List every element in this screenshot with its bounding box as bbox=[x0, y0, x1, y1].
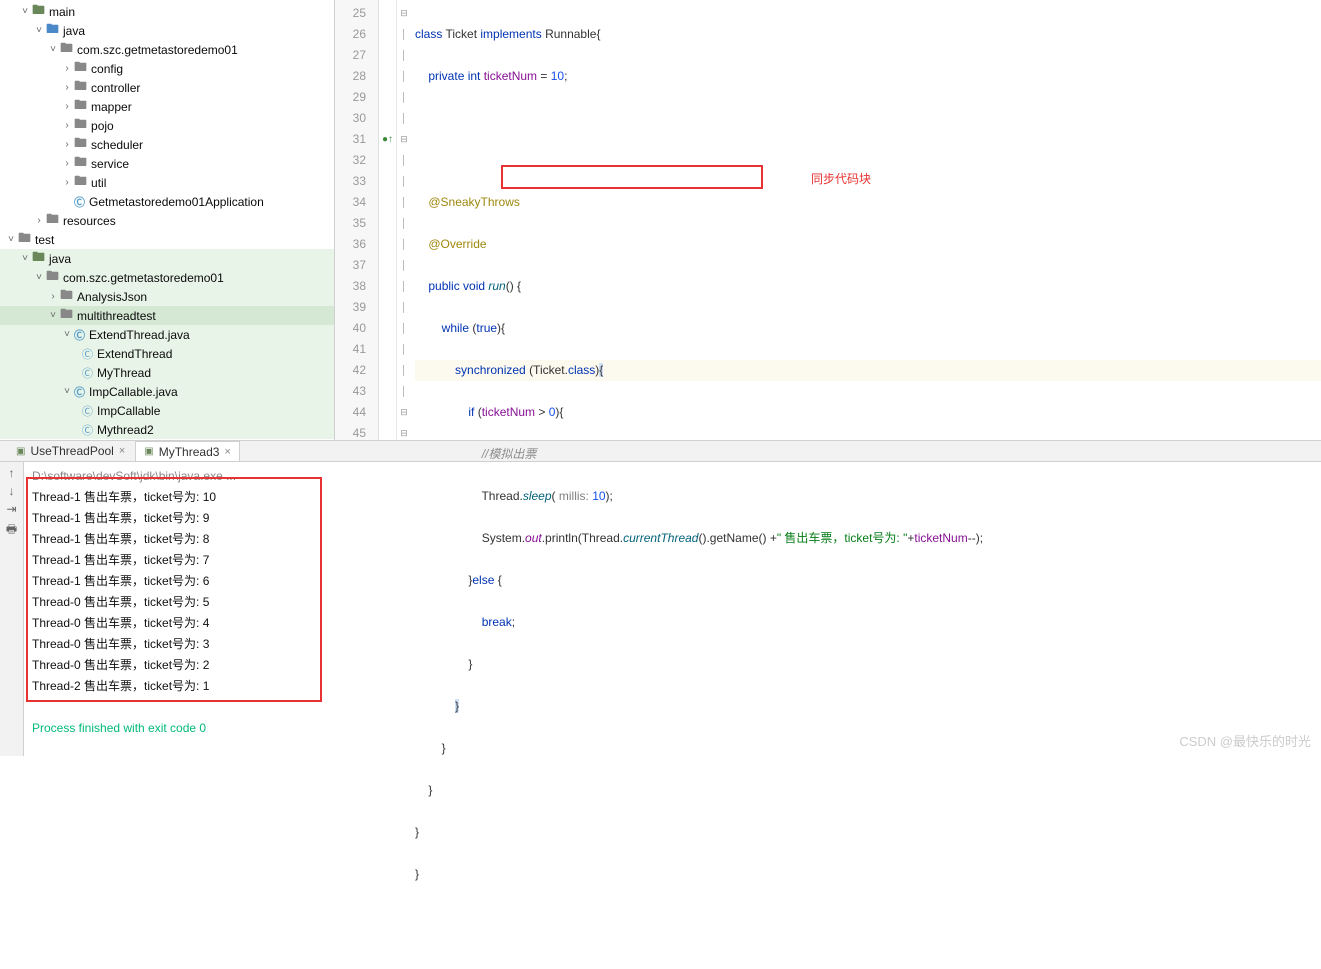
folder-mapper[interactable]: ›🖿mapper bbox=[0, 97, 334, 116]
class-icon: Ⓒ bbox=[82, 403, 93, 419]
folder-icon: 🖿 bbox=[32, 248, 45, 270]
output-line: Thread-0 售出车票，ticket号为: 2 bbox=[32, 655, 1313, 676]
output-line: Thread-1 售出车票，ticket号为: 8 bbox=[32, 529, 1313, 550]
tree-label: AnalysisJson bbox=[77, 290, 147, 304]
class-mythread[interactable]: Ⓒ MyThread bbox=[0, 363, 334, 382]
tab-mythread3[interactable]: ▣ MyThread3 × bbox=[135, 441, 240, 461]
package-icon: 🖿 bbox=[60, 305, 73, 327]
print-icon[interactable]: 🖶 bbox=[6, 520, 17, 541]
folder-test-java[interactable]: ˅🖿java bbox=[0, 249, 334, 268]
output-line: Thread-1 售出车票，ticket号为: 6 bbox=[32, 571, 1313, 592]
tree-label: java bbox=[63, 24, 85, 38]
tree-label: controller bbox=[91, 81, 140, 95]
java-icon: Ⓒ bbox=[74, 384, 85, 400]
main-split: ˅🖿main ˅🖿java ˅🖿com.szc.getmetastoredemo… bbox=[0, 0, 1321, 440]
output-line: Thread-2 售出车票，ticket号为: 1 bbox=[32, 676, 1313, 697]
watermark: CSDN @最快乐的时光 bbox=[1179, 731, 1311, 750]
scroll-icon[interactable]: ↓ bbox=[9, 484, 15, 498]
output-line: Thread-1 售出车票，ticket号为: 9 bbox=[32, 508, 1313, 529]
class-icon: Ⓒ bbox=[82, 365, 93, 381]
console-output[interactable]: D:\software\devSoft\jdk\bin\java.exe ...… bbox=[24, 462, 1321, 756]
wrap-icon[interactable]: ⇥ bbox=[6, 502, 16, 516]
folder-multithreadtest[interactable]: ˅🖿multithreadtest bbox=[0, 306, 334, 325]
class-icon: Ⓒ bbox=[82, 346, 93, 362]
folder-controller[interactable]: ›🖿controller bbox=[0, 78, 334, 97]
folder-resources[interactable]: ›🖿resources bbox=[0, 211, 334, 230]
package-icon: 🖿 bbox=[60, 39, 73, 61]
override-icon: ●↑ bbox=[379, 129, 396, 150]
folder-icon: 🖿 bbox=[18, 229, 31, 251]
tree-label: ExtendThread bbox=[97, 347, 172, 361]
code-area[interactable]: class Ticket implements Runnable{ privat… bbox=[411, 0, 1321, 440]
package-icon: 🖿 bbox=[46, 267, 59, 289]
output-line: Thread-0 售出车票，ticket号为: 4 bbox=[32, 613, 1313, 634]
tree-label: java bbox=[49, 252, 71, 266]
rerun-icon[interactable]: ↑ bbox=[9, 466, 15, 480]
folder-test[interactable]: ˅🖿test bbox=[0, 230, 334, 249]
java-icon: Ⓒ bbox=[74, 327, 85, 343]
tree-label: ImpCallable.java bbox=[89, 385, 178, 399]
tab-label: MyThread3 bbox=[159, 445, 220, 459]
exit-message: Process finished with exit code 0 bbox=[32, 718, 1313, 739]
package-test[interactable]: ˅🖿com.szc.getmetastoredemo01 bbox=[0, 268, 334, 287]
tree-label: util bbox=[91, 176, 106, 190]
gutter-marks: ●↑ bbox=[379, 0, 397, 440]
output-line: Thread-0 售出车票，ticket号为: 3 bbox=[32, 634, 1313, 655]
tree-label: com.szc.getmetastoredemo01 bbox=[63, 271, 224, 285]
tab-usethreadpool[interactable]: ▣ UseThreadPool × bbox=[8, 441, 133, 461]
output-line: Thread-1 售出车票，ticket号为: 7 bbox=[32, 550, 1313, 571]
class-icon: Ⓒ bbox=[82, 422, 93, 438]
tree-label: resources bbox=[63, 214, 116, 228]
package-item[interactable]: ˅🖿com.szc.getmetastoredemo01 bbox=[0, 40, 334, 59]
folder-analysisjson[interactable]: ›🖿AnalysisJson bbox=[0, 287, 334, 306]
output-line: Thread-0 售出车票，ticket号为: 5 bbox=[32, 592, 1313, 613]
folder-util[interactable]: ›🖿util bbox=[0, 173, 334, 192]
tree-label: config bbox=[91, 62, 123, 76]
output-line: Thread-1 售出车票，ticket号为: 10 bbox=[32, 487, 1313, 508]
fold-column[interactable]: ⊟│││││⊟││││││││││││⊟⊟ bbox=[397, 0, 411, 440]
class-application[interactable]: ›ⒸGetmetastoredemo01Application bbox=[0, 192, 334, 211]
tree-label: main bbox=[49, 5, 75, 19]
console-panel: ↑ ↓ ⇥ 🖶 D:\software\devSoft\jdk\bin\java… bbox=[0, 462, 1321, 756]
folder-java[interactable]: ˅🖿java bbox=[0, 21, 334, 40]
tree-label: mapper bbox=[91, 100, 132, 114]
file-extendthread[interactable]: ˅ⒸExtendThread.java bbox=[0, 325, 334, 344]
tree-label: multithreadtest bbox=[77, 309, 156, 323]
tree-label: scheduler bbox=[91, 138, 143, 152]
tree-label: ExtendThread.java bbox=[89, 328, 190, 342]
resources-icon: 🖿 bbox=[46, 210, 59, 232]
close-icon[interactable]: × bbox=[119, 445, 125, 457]
tree-label: pojo bbox=[91, 119, 114, 133]
project-tree[interactable]: ˅🖿main ˅🖿java ˅🖿com.szc.getmetastoredemo… bbox=[0, 0, 335, 440]
folder-main[interactable]: ˅🖿main bbox=[0, 2, 334, 21]
tree-label: MyThread bbox=[97, 366, 151, 380]
tree-label: test bbox=[35, 233, 54, 247]
folder-icon: 🖿 bbox=[46, 20, 59, 42]
folder-config[interactable]: ›🖿config bbox=[0, 59, 334, 78]
code-editor[interactable]: 2526272829303132333435363738394041424344… bbox=[335, 0, 1321, 440]
tree-label: com.szc.getmetastoredemo01 bbox=[77, 43, 238, 57]
tree-label: ImpCallable bbox=[97, 404, 160, 418]
tree-label: service bbox=[91, 157, 129, 171]
class-impcallable[interactable]: Ⓒ ImpCallable bbox=[0, 401, 334, 420]
file-impcallable[interactable]: ˅ⒸImpCallable.java bbox=[0, 382, 334, 401]
folder-service[interactable]: ›🖿service bbox=[0, 154, 334, 173]
line-numbers: 2526272829303132333435363738394041424344… bbox=[335, 0, 379, 440]
tree-label: Mythread2 bbox=[97, 423, 154, 437]
package-icon: 🖿 bbox=[74, 172, 87, 194]
folder-scheduler[interactable]: ›🖿scheduler bbox=[0, 135, 334, 154]
class-mythread2[interactable]: Ⓒ Mythread2 bbox=[0, 420, 334, 439]
run-icon: ▣ bbox=[16, 446, 25, 457]
java-icon: Ⓒ bbox=[74, 194, 85, 210]
class-extendthread[interactable]: Ⓒ ExtendThread bbox=[0, 344, 334, 363]
annotation-text: 同步代码块 bbox=[811, 169, 871, 190]
folder-pojo[interactable]: ›🖿pojo bbox=[0, 116, 334, 135]
tree-label: Getmetastoredemo01Application bbox=[89, 195, 264, 209]
tab-label: UseThreadPool bbox=[30, 444, 113, 458]
close-icon[interactable]: × bbox=[224, 446, 230, 458]
tool-strip[interactable]: ↑ ↓ ⇥ 🖶 bbox=[0, 462, 24, 756]
run-icon: ▣ bbox=[144, 446, 153, 457]
folder-icon: 🖿 bbox=[32, 1, 45, 23]
command-line: D:\software\devSoft\jdk\bin\java.exe ... bbox=[32, 469, 236, 483]
